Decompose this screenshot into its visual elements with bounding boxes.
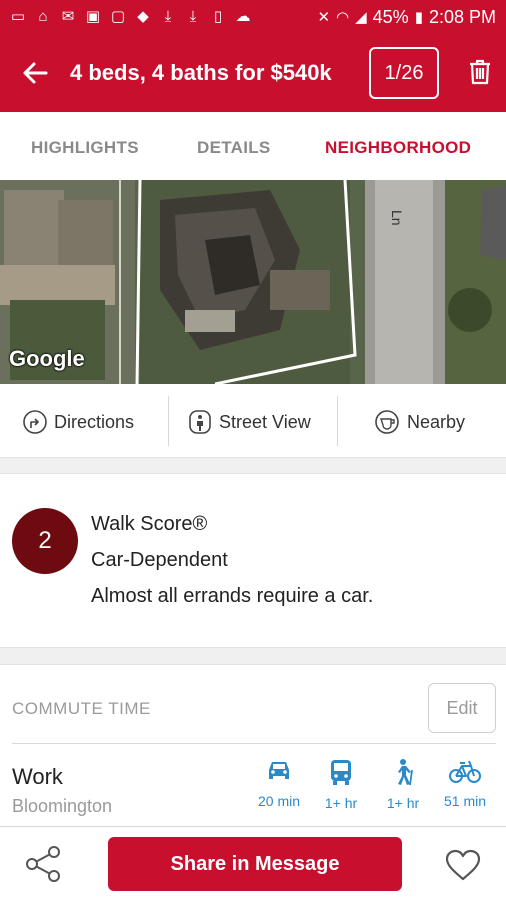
commute-header: COMMUTE TIME	[12, 699, 151, 718]
nearby-icon	[375, 410, 399, 434]
commute-time-car: 20 min	[257, 793, 301, 809]
arrow-left-icon	[23, 62, 48, 84]
section-spacer	[0, 647, 506, 665]
commute-mode-bus[interactable]: 1+ hr	[311, 758, 371, 811]
share-icon	[26, 846, 60, 882]
trash-icon	[470, 59, 490, 85]
tablet-icon: ▯	[213, 8, 223, 25]
weather-icon: ☁	[235, 8, 251, 25]
directions-label: Directions	[54, 411, 135, 432]
battery-icon: ▮	[414, 9, 423, 26]
status-bar: ▭ ⌂ ✉ ▣ ▢ ◆ ⤓ ⤓ ▯ ☁ ✕ ◠ ◢ 45% ▮ 2:08 PM	[0, 0, 506, 34]
bus-icon	[331, 760, 351, 785]
street-label: Ln	[389, 210, 405, 226]
tab-highlights[interactable]: HIGHLIGHTS	[31, 138, 139, 158]
home-icon: ⌂	[38, 8, 48, 25]
share-in-message-button[interactable]: Share in Message	[108, 837, 402, 891]
bike-icon	[449, 760, 481, 783]
divider	[12, 743, 496, 744]
delete-button[interactable]	[458, 50, 502, 94]
photo-counter[interactable]: 1/26	[369, 47, 439, 99]
walk-score-category: Car-Dependent	[91, 549, 228, 571]
google-logo: Google	[9, 346, 85, 371]
divider	[168, 396, 169, 446]
divider	[337, 396, 338, 446]
message-icon: ▭	[10, 8, 26, 25]
street-view-label: Street View	[219, 411, 311, 432]
clock: 2:08 PM	[428, 6, 496, 27]
edit-commute-button[interactable]: Edit	[428, 683, 496, 733]
bottom-action-bar: Share in Message	[0, 826, 506, 900]
app-bar: 4 beds, 4 baths for $540k 1/26	[0, 34, 506, 112]
commute-mode-walk[interactable]: 1+ hr	[373, 758, 433, 811]
signal-icon: ◢	[355, 9, 367, 26]
street-view-icon	[189, 410, 211, 434]
download-icon: ⤓	[189, 8, 197, 25]
commute-time-bus: 1+ hr	[324, 795, 358, 811]
commute-location: Bloomington	[12, 796, 113, 816]
walk-icon	[398, 759, 413, 786]
system-status: ✕ ◠ ◢ 45% ▮ 2:08 PM	[317, 7, 496, 28]
wifi-icon: ◠	[336, 9, 350, 26]
walk-score-card[interactable]: 2 Walk Score® Car-Dependent Almost all e…	[0, 475, 506, 647]
commute-mode-car[interactable]: 20 min	[249, 758, 309, 809]
walk-score-title: Walk Score®	[91, 513, 208, 535]
heart-icon	[445, 849, 481, 881]
battery-percent: 45%	[372, 6, 409, 27]
tab-bar: HIGHLIGHTS DETAILS NEIGHBORHOOD	[0, 112, 506, 180]
walk-score-badge: 2	[12, 508, 78, 574]
image-icon: ▣	[85, 8, 101, 25]
commute-section: COMMUTE TIME Edit Work Bloomington 20 mi…	[0, 666, 506, 826]
map-actions: Directions Street View Nearby	[0, 384, 506, 458]
section-spacer	[0, 458, 506, 474]
back-button[interactable]	[0, 34, 70, 112]
commute-mode-bike[interactable]: 51 min	[435, 758, 495, 809]
walk-score-description: Almost all errands require a car.	[91, 585, 374, 607]
street-view-button[interactable]: Street View	[187, 404, 311, 440]
dropbox-icon: ◆	[137, 8, 149, 25]
tab-details[interactable]: DETAILS	[197, 138, 271, 158]
download-icon: ⤓	[164, 8, 172, 25]
directions-icon	[23, 410, 47, 434]
commute-time-walk: 1+ hr	[386, 795, 420, 811]
directions-button[interactable]: Directions	[22, 404, 134, 440]
tab-neighborhood[interactable]: NEIGHBORHOOD	[325, 138, 471, 158]
share-button[interactable]	[22, 843, 64, 885]
car-icon	[269, 762, 289, 779]
mail-icon: ✉	[61, 8, 75, 25]
mute-icon: ✕	[317, 9, 331, 26]
notification-icons: ▭ ⌂ ✉ ▣ ▢ ◆ ⤓ ⤓ ▯ ☁	[10, 8, 251, 25]
nearby-label: Nearby	[407, 411, 466, 432]
nearby-button[interactable]: Nearby	[373, 404, 465, 440]
cast-icon: ▢	[110, 8, 126, 25]
commute-time-bike: 51 min	[443, 793, 487, 809]
commute-destination: Work	[12, 764, 63, 789]
favorite-button[interactable]	[442, 844, 484, 886]
listing-title: 4 beds, 4 baths for $540k	[70, 60, 332, 85]
satellite-map[interactable]: Ln Google	[0, 180, 506, 384]
